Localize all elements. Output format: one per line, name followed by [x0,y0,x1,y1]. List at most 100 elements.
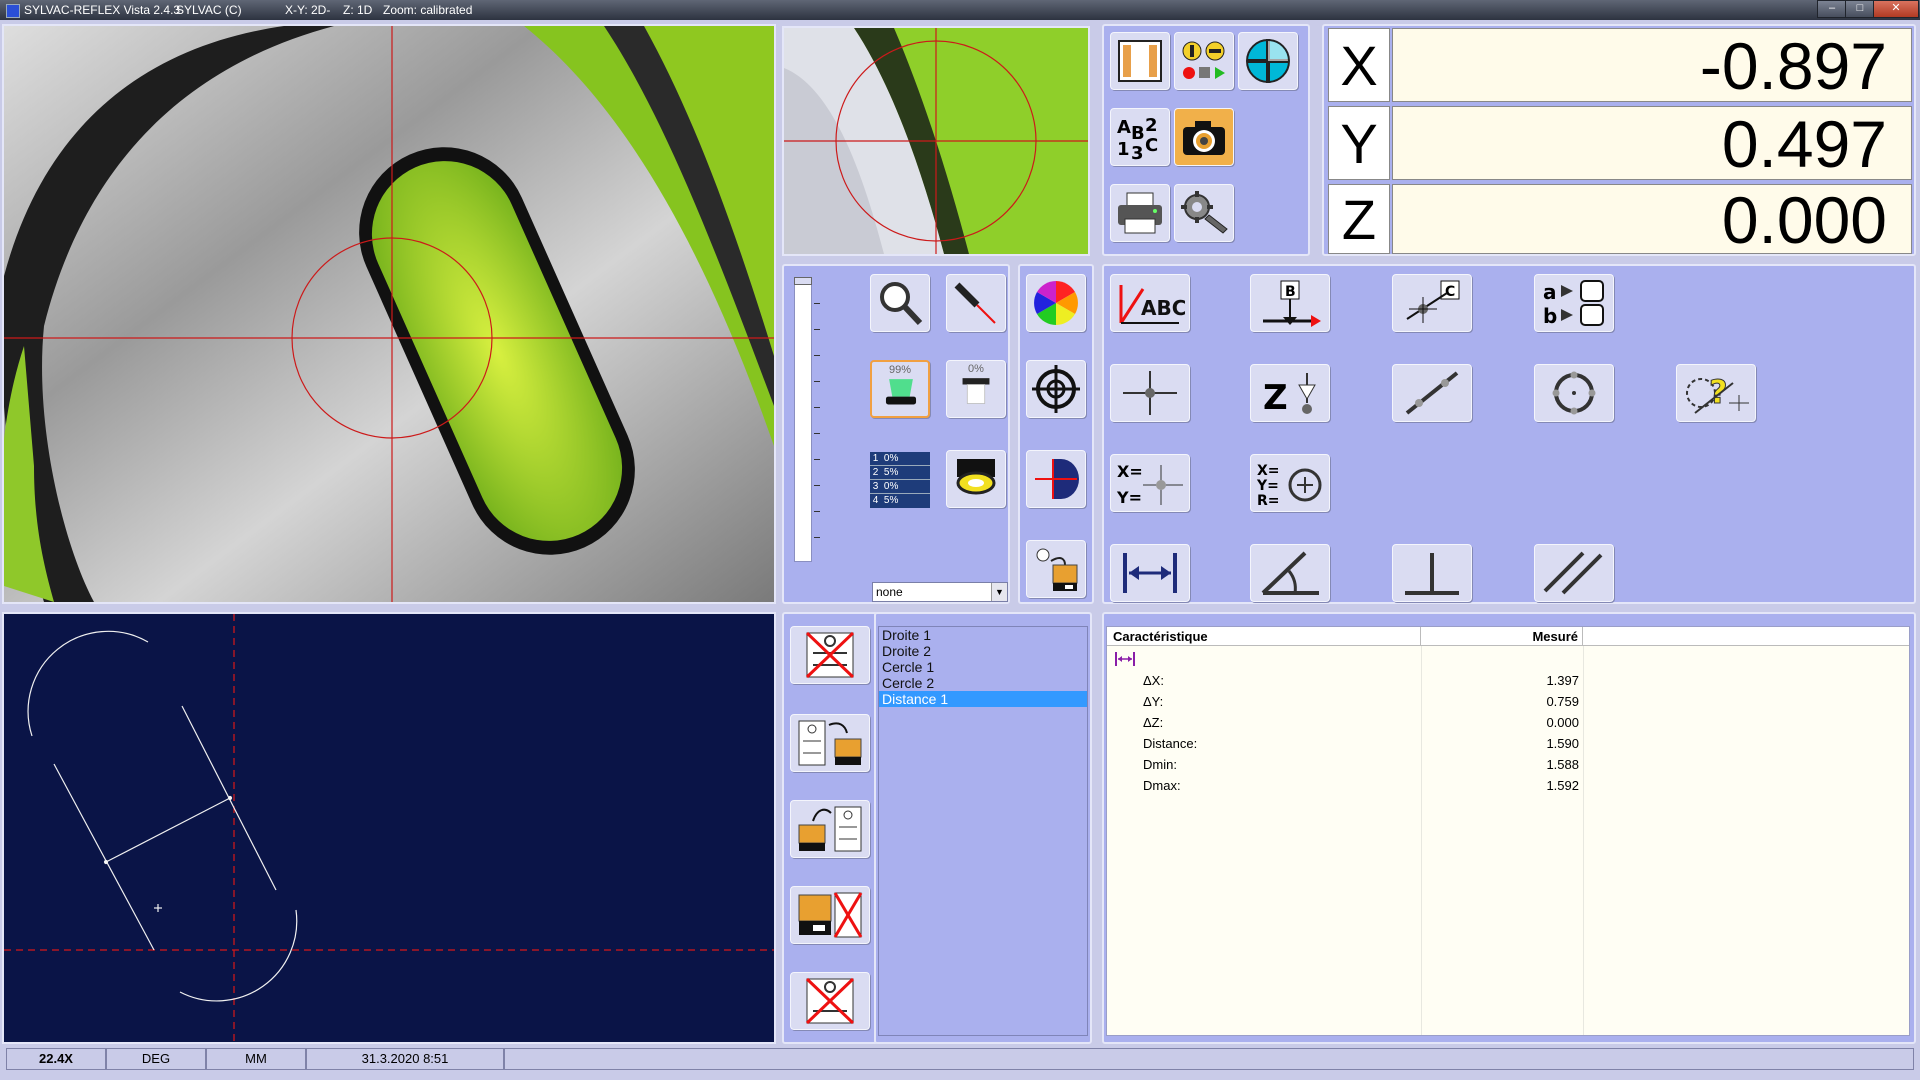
minimize-button[interactable]: – [1817,0,1847,18]
table-header: Caractéristique Mesuré [1107,627,1909,646]
zoom-inset-view[interactable] [782,26,1090,256]
auto-detect-question-icon: ? [1686,373,1749,414]
magnify-button[interactable] [870,274,930,332]
svg-text:X=: X= [1257,463,1280,479]
line-button[interactable] [1392,364,1472,422]
close-button[interactable]: ✕ [1873,0,1919,18]
svg-text:b: b [1543,304,1557,327]
focus-slider[interactable] [794,277,812,562]
x-coordinate-value: -0.897 [1392,28,1912,103]
optics-panel: 99% 0% 1 0% 2 5% 3 0% 4 5% none ▼ [782,264,1010,604]
geometry-tools-panel: ABC B C ab Z ? X= Y= X= Y= R= [1102,264,1916,604]
z-mode: Z: 1D [343,3,373,17]
alignment-button[interactable]: ab [1534,274,1614,332]
laser-pointer-icon [954,282,996,324]
ab-mapping-icon: ab [1543,280,1604,327]
reticle-icon [1032,365,1080,413]
results-rows: ΔX: 1.397 ΔY: 0.759 ΔZ: 0.000 Distance: … [1107,670,1909,810]
svg-text:C: C [1145,135,1158,156]
datum-b-button[interactable]: B [1250,274,1330,332]
entity-list[interactable]: Droite 1 Droite 2 Cercle 1 Cercle 2 Dist… [878,626,1088,1036]
entity-list-panel: Droite 1 Droite 2 Cercle 1 Cercle 2 Dist… [874,612,1092,1044]
chevron-down-icon[interactable]: ▼ [991,583,1007,601]
camera-tools-column [1018,264,1094,604]
profile-name: SYLVAC (C) [176,3,242,17]
print-button[interactable] [1110,184,1170,242]
device-delete-icon [798,892,863,938]
clear-device-button[interactable] [790,886,870,944]
export-program-button[interactable] [790,714,870,772]
parallel-button[interactable] [1534,544,1614,602]
delete-all-button[interactable] [790,972,870,1030]
parallel-icon [1543,551,1603,595]
angle-unit-status[interactable]: DEG [106,1048,206,1070]
segment-row: 2 5% [870,466,930,480]
maximize-button[interactable]: □ [1845,0,1875,18]
measured-features [27,630,298,1002]
coaxial-light-button[interactable] [946,450,1006,508]
device-to-list-icon [798,806,862,852]
list-item[interactable]: Droite 2 [879,643,1087,659]
focus-slider-handle[interactable] [794,277,812,285]
top-light-button[interactable]: 99% [870,360,930,418]
target-mode-button[interactable] [1238,32,1298,90]
perpendicular-button[interactable] [1392,544,1472,602]
list-item[interactable]: Cercle 2 [879,675,1087,691]
datetime-status: 31.3.2020 8:51 [306,1048,504,1070]
angle-button[interactable] [1250,544,1330,602]
y-coordinate-value: 0.497 [1392,106,1912,181]
edge-detect-button[interactable] [1026,450,1086,508]
bulb-probe-icon [1036,548,1078,591]
svg-text:ABC: ABC [1141,296,1185,320]
camera-view[interactable] [2,24,776,604]
distance-button[interactable] [1110,544,1190,602]
length-unit-status[interactable]: MM [206,1048,306,1070]
svg-text:Z: Z [1263,378,1288,417]
axis-abc-icon: ABC [1119,285,1185,324]
status-message [504,1048,1914,1070]
svg-text:?: ? [1709,373,1728,411]
datum-c-button[interactable]: C [1392,274,1472,332]
settings-button[interactable] [1174,184,1234,242]
laser-pointer-button[interactable] [946,274,1006,332]
title-bar: SYLVAC-REFLEX Vista 2.4.3 SYLVAC (C) X-Y… [0,0,1920,20]
program-buttons-column [782,612,878,1044]
magnification-status[interactable]: 22.4X [6,1048,106,1070]
z-axis-label: Z [1341,188,1377,251]
delete-list-icon [805,631,855,679]
z-height-button[interactable]: Z [1250,364,1330,422]
filter-select[interactable]: none ▼ [872,582,1008,602]
distance-icon [1123,553,1177,593]
program-control-button[interactable] [1174,32,1234,90]
feature-column-header[interactable]: Caractéristique [1107,627,1421,646]
import-program-button[interactable] [790,800,870,858]
color-button[interactable] [1026,274,1086,332]
light-segments[interactable]: 1 0% 2 5% 3 0% 4 5% [870,452,930,510]
reference-system-button[interactable]: ABC [1110,274,1190,332]
measured-column-header[interactable]: Mesuré [1421,627,1583,646]
list-item[interactable]: Cercle 1 [879,659,1087,675]
svg-text:B: B [1285,284,1296,300]
view-layout-button[interactable] [1110,32,1170,90]
numbering-button[interactable]: AB213C [1110,108,1170,166]
camera-capture-button[interactable] [1174,108,1234,166]
delete-program-button[interactable] [790,626,870,684]
printer-icon [1118,192,1162,234]
auto-detect-button[interactable]: ? [1676,364,1756,422]
list-item-selected[interactable]: Distance 1 [879,691,1087,707]
line-icon [1405,371,1459,415]
list-item[interactable]: Droite 1 [879,627,1087,643]
y-axis-label: Y [1340,112,1378,175]
xyr-circle-icon: X=Y=R= [1256,463,1322,507]
point-button[interactable] [1110,364,1190,422]
circle-button[interactable] [1534,364,1614,422]
drawing-view[interactable] [2,612,776,1044]
construct-circle-button[interactable]: X= Y= R= [1250,454,1330,512]
reticle-button[interactable] [1026,360,1086,418]
coordinate-display: X -0.897 Y 0.497 Z 0.000 [1322,24,1916,256]
bottom-light-button[interactable]: 0% [946,360,1006,418]
auto-light-button[interactable] [1026,540,1086,598]
abc-123-icon: A B 21 3 C [1117,115,1158,161]
construct-point-button[interactable]: X= Y= [1110,454,1190,512]
table-row: Dmax: 1.592 [1143,778,1579,793]
